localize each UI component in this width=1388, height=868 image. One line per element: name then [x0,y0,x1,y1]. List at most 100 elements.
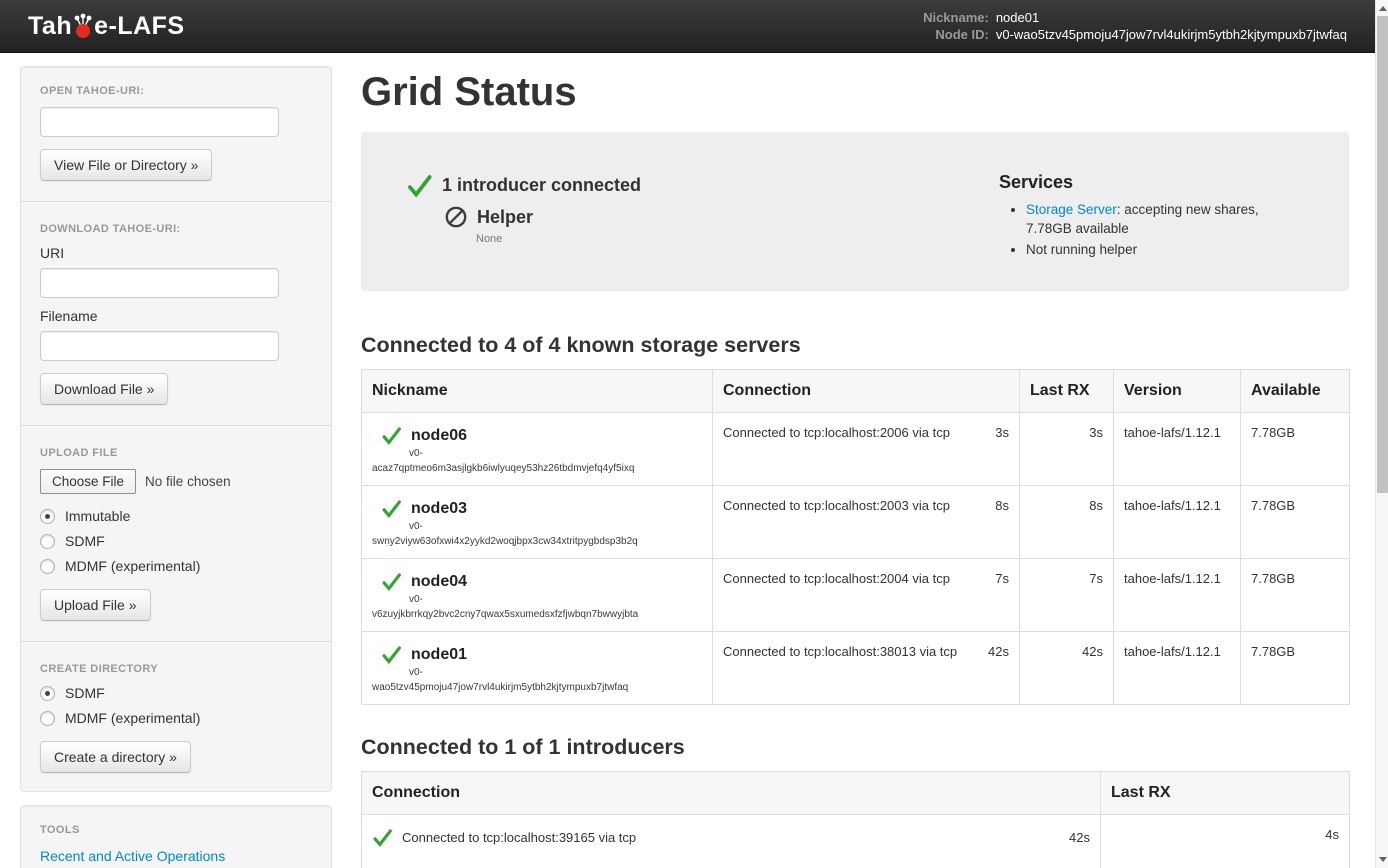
connected-check-icon [381,425,402,446]
upload-format-option-mdmf[interactable]: MDMF (experimental) [40,558,312,574]
table-row: node04 v0- v6zuyjkbrrkqy2bvc2cny7qwax5sx… [362,559,1350,632]
connection-time: 42s [988,644,1009,659]
sidebar: OPEN TAHOE-URI: View File or Directory »… [20,66,332,868]
recent-operations-link[interactable]: Recent and Active Operations [40,848,225,864]
available-value: 7.78GB [1241,413,1350,486]
introducers-table: Connection Last RX Connected to tcp:loca… [361,771,1350,868]
connected-check-icon [381,644,402,665]
create-dir-option-mdmf[interactable]: MDMF (experimental) [40,710,312,726]
tahoe-lafs-logo: Tah e-LAFS [28,12,185,41]
sidebar-main-panel: OPEN TAHOE-URI: View File or Directory »… [20,66,332,792]
col-header-available: Available [1241,370,1350,413]
table-row: node01 v0- wao5tzv45pmoju47jow7rvl4ukirj… [362,632,1350,705]
radio-dir-sdmf[interactable] [40,686,55,701]
download-filename-input[interactable] [40,331,279,361]
section-divider [21,641,331,643]
scroll-up-arrow-icon[interactable] [1379,6,1387,11]
storage-server-link[interactable]: Storage Server [1026,202,1117,217]
top-navbar: Tah e-LAFS Nickname: node01 Node ID: v0-… [0,0,1388,53]
not-running-icon [444,205,468,229]
radio-immutable[interactable] [40,509,55,524]
upload-file-heading: UPLOAD FILE [40,447,312,459]
choose-file-button[interactable]: Choose File [40,469,136,494]
create-dir-option-sdmf[interactable]: SDMF [40,685,312,701]
check-icon [406,172,433,199]
vertical-scrollbar[interactable] [1375,0,1388,868]
connection-status: Connected to tcp:localhost:2006 via tcp [723,425,950,440]
service-item-helper: Not running helper [1026,240,1304,259]
radio-immutable-label: Immutable [65,508,130,524]
node-id-value: v0-wao5tzv45pmoju47jow7rvl4ukirjm5ytbh2k… [996,26,1347,43]
tools-heading: TOOLS [40,824,312,836]
tools-panel: TOOLS Recent and Active Operations [20,805,332,868]
services-column: Services Storage Server: accepting new s… [999,172,1304,261]
section-divider [21,201,331,203]
node-id-hash: wao5tzv45pmoju47jow7rvl4ukirjm5ytbh2kjty… [372,682,702,694]
uri-field-label: URI [40,245,312,261]
upload-file-button[interactable]: Upload File » [40,589,151,621]
connection-status: Connected to tcp:localhost:2003 via tcp [723,498,950,513]
col-header-connection: Connection [713,370,1020,413]
storage-servers-table: Nickname Connection Last RX Version Avai… [361,369,1350,705]
version-value: tahoe-lafs/1.12.1 [1114,486,1241,559]
table-row: node03 v0- swny2viyw63ofxwi4x2yykd2woqjb… [362,486,1350,559]
nickname-label: Nickname: [923,9,989,26]
create-directory-heading: CREATE DIRECTORY [40,663,312,675]
radio-dir-mdmf-label: MDMF (experimental) [65,710,200,726]
scrollbar-thumb[interactable] [1377,16,1388,493]
col-header-last-rx: Last RX [1020,370,1114,413]
connection-time: 3s [995,425,1009,440]
page-title: Grid Status [361,68,1349,116]
last-rx-value: 42s [1020,632,1114,705]
connection-time: 8s [995,498,1009,513]
storage-servers-heading: Connected to 4 of 4 known storage server… [361,333,1349,358]
col-header-version: Version [1114,370,1241,413]
grid-status-summary-box: 1 introducer connected Helper None Servi… [361,132,1349,291]
upload-format-option-immutable[interactable]: Immutable [40,508,312,524]
connection-status: Connected to tcp:localhost:2004 via tcp [723,571,950,586]
table-row: Connected to tcp:localhost:39165 via tcp… [362,815,1350,868]
node-id-hash: v6zuyjkbrrkqy2bvc2cny7qwax5sxumedsxfzfjw… [372,609,702,621]
server-nickname: node04 [411,573,467,591]
node-id-prefix: v0- [409,521,702,532]
radio-sdmf-label: SDMF [65,533,105,549]
no-file-chosen-text: No file chosen [145,474,231,489]
radio-dir-mdmf[interactable] [40,711,55,726]
scroll-down-arrow-icon[interactable] [1379,857,1387,862]
main-content: Grid Status 1 introducer connected Helpe… [361,66,1349,868]
col-header-nickname: Nickname [362,370,713,413]
radio-sdmf[interactable] [40,534,55,549]
introducer-status-text: 1 introducer connected [442,175,641,196]
introducers-heading: Connected to 1 of 1 introducers [361,735,1349,760]
available-value: 7.78GB [1241,632,1350,705]
last-rx-value: 3s [1020,413,1114,486]
available-value: 7.78GB [1241,559,1350,632]
node-id-hash: swny2viyw63ofxwi4x2yykd2woqjbpx3cw34xtri… [372,536,702,548]
connection-status: Connected to tcp:localhost:39165 via tcp [402,830,636,845]
upload-format-option-sdmf[interactable]: SDMF [40,533,312,549]
server-nickname: node06 [411,427,467,445]
view-file-or-directory-button[interactable]: View File or Directory » [40,149,212,181]
node-id-hash: acaz7qptmeo6m3asjlgkb6iwlyuqey53hz26tbdm… [372,463,702,475]
download-uri-input[interactable] [40,268,279,298]
services-heading: Services [999,172,1304,193]
version-value: tahoe-lafs/1.12.1 [1114,632,1241,705]
connection-status: Connected to tcp:localhost:38013 via tcp [723,644,957,659]
last-rx-value: 7s [1020,559,1114,632]
connection-time: 42s [1069,830,1090,845]
radio-mdmf[interactable] [40,559,55,574]
download-tahoe-uri-heading: DOWNLOAD TAHOE-URI: [40,223,312,235]
tahoe-molecule-icon [73,13,93,39]
server-nickname: node01 [411,646,467,664]
node-id-prefix: v0- [409,594,702,605]
create-directory-button[interactable]: Create a directory » [40,741,191,773]
download-file-button[interactable]: Download File » [40,373,168,405]
table-row: node06 v0- acaz7qptmeo6m3asjlgkb6iwlyuqe… [362,413,1350,486]
helper-value: None [476,233,641,245]
helper-label: Helper [477,207,533,228]
logo-text-right: e-LAFS [94,12,185,41]
open-tahoe-uri-input[interactable] [40,107,279,137]
server-nickname: node03 [411,500,467,518]
available-value: 7.78GB [1241,486,1350,559]
last-rx-value: 8s [1020,486,1114,559]
